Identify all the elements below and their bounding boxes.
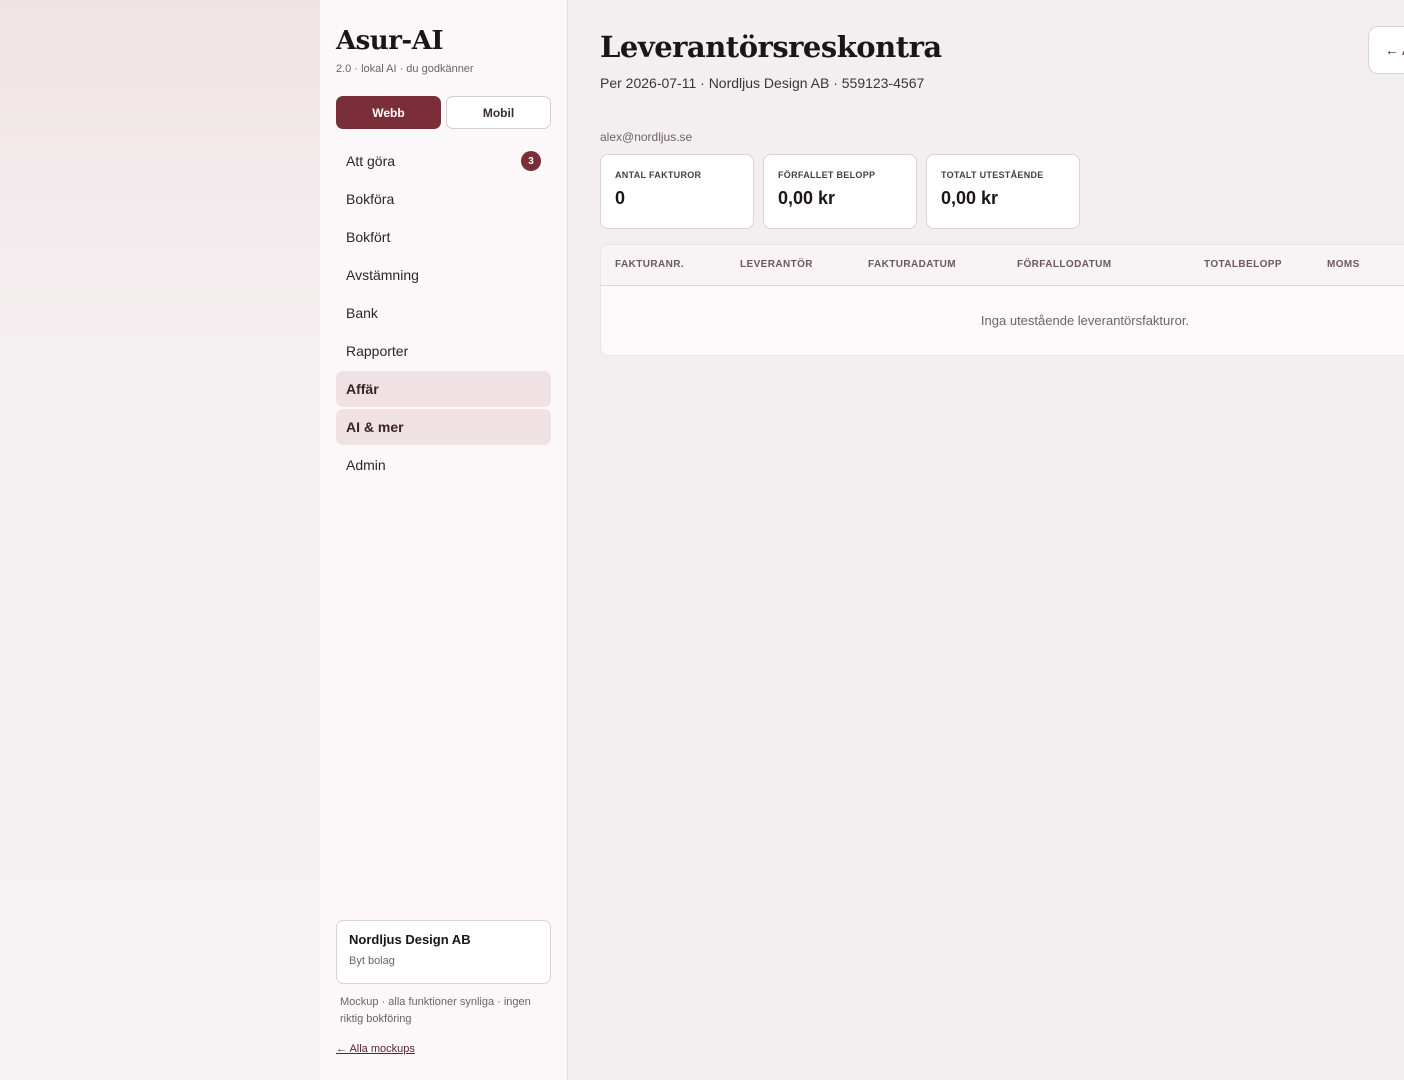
sidebar-item-label: Avstämning — [346, 267, 419, 283]
sidebar-item-label: Bokföra — [346, 191, 395, 207]
mobile-mode-button[interactable]: Mobil — [446, 96, 551, 129]
sidebar-nav: Att göra 3 Bokföra Bokfört Avstämning Ba… — [336, 143, 551, 485]
sidebar-item-avstamning[interactable]: Avstämning — [336, 257, 551, 293]
page-title: Leverantörsreskontra — [600, 30, 942, 64]
todo-count-badge: 3 — [521, 151, 541, 171]
all-mockups-link[interactable]: ← Alla mockups — [336, 1043, 415, 1055]
sidebar-item-label: Admin — [346, 457, 386, 473]
column-header-vat[interactable]: MOMS — [1327, 259, 1360, 270]
sidebar-item-admin[interactable]: Admin — [336, 447, 551, 483]
stat-label: TOTALT UTESTÅENDE — [941, 170, 1044, 180]
column-header-due-date[interactable]: FÖRFALLODATUM — [1017, 259, 1111, 270]
sidebar-item-label: Att göra — [346, 153, 396, 169]
sidebar-item-bokfora[interactable]: Bokföra — [336, 181, 551, 217]
mockup-footnote: Mockup · alla funktioner synliga · ingen… — [340, 996, 531, 1025]
sidebar: Asur-AI 2.0 · lokal AI · du godkänner We… — [320, 0, 568, 1080]
switch-company-link[interactable]: Byt bolag — [349, 955, 538, 967]
stat-card-total-outstanding: TOTALT UTESTÅENDE 0,00 kr — [926, 154, 1080, 229]
sidebar-item-label: AI & mer — [346, 419, 404, 435]
empty-state-message: Inga utestående leverantörsfakturor. — [980, 313, 1190, 328]
stat-value: 0,00 kr — [941, 188, 999, 208]
sidebar-item-bokfort[interactable]: Bokfört — [336, 219, 551, 255]
stat-card-invoice-count: ANTAL FAKTUROR 0 — [600, 154, 754, 229]
stat-card-overdue-amount: FÖRFALLET BELOPP 0,00 kr — [763, 154, 917, 229]
supplier-invoice-table: FAKTURANR. LEVERANTÖR FAKTURADATUM FÖRFA… — [600, 244, 1404, 356]
sidebar-item-affar[interactable]: Affär — [336, 371, 551, 407]
app-title: Asur-AI — [336, 26, 444, 56]
sidebar-item-ai-och-mer[interactable]: AI & mer — [336, 409, 551, 445]
column-header-invoice-number[interactable]: FAKTURANR. — [615, 259, 684, 270]
company-switcher[interactable]: Nordljus Design AB Byt bolag — [336, 920, 551, 984]
web-mode-button[interactable]: Webb — [336, 96, 441, 129]
summary-stats: ANTAL FAKTUROR 0 FÖRFALLET BELOPP 0,00 k… — [600, 154, 1080, 229]
stat-label: FÖRFALLET BELOPP — [778, 170, 876, 180]
page-subtitle: Per 2026-07-11 · Nordljus Design AB · 55… — [600, 75, 925, 91]
sidebar-item-rapporter[interactable]: Rapporter — [336, 333, 551, 369]
background-backdrop — [0, 0, 320, 1080]
sidebar-item-label: Affär — [346, 381, 379, 397]
sidebar-item-label: Rapporter — [346, 343, 409, 359]
back-button[interactable]: ← A — [1368, 26, 1404, 74]
main-content: Leverantörsreskontra Per 2026-07-11 · No… — [568, 0, 1404, 1080]
column-header-total-amount[interactable]: TOTALBELOPP — [1204, 259, 1282, 270]
stat-label: ANTAL FAKTUROR — [615, 170, 702, 180]
column-header-supplier[interactable]: LEVERANTÖR — [740, 259, 813, 270]
view-mode-toggle: Webb Mobil — [336, 96, 551, 129]
app-subtitle: 2.0 · lokal AI · du godkänner — [336, 63, 474, 75]
sidebar-item-att-gora[interactable]: Att göra 3 — [336, 143, 551, 179]
table-header: FAKTURANR. LEVERANTÖR FAKTURADATUM FÖRFA… — [601, 245, 1404, 286]
column-header-invoice-date[interactable]: FAKTURADATUM — [868, 259, 956, 270]
sidebar-item-bank[interactable]: Bank — [336, 295, 551, 331]
sidebar-item-label: Bank — [346, 305, 378, 321]
sidebar-item-label: Bokfört — [346, 229, 391, 245]
user-email: alex@nordljus.se — [600, 130, 693, 144]
company-name: Nordljus Design AB — [349, 932, 471, 947]
stat-value: 0 — [615, 188, 626, 208]
stat-value: 0,00 kr — [778, 188, 836, 208]
